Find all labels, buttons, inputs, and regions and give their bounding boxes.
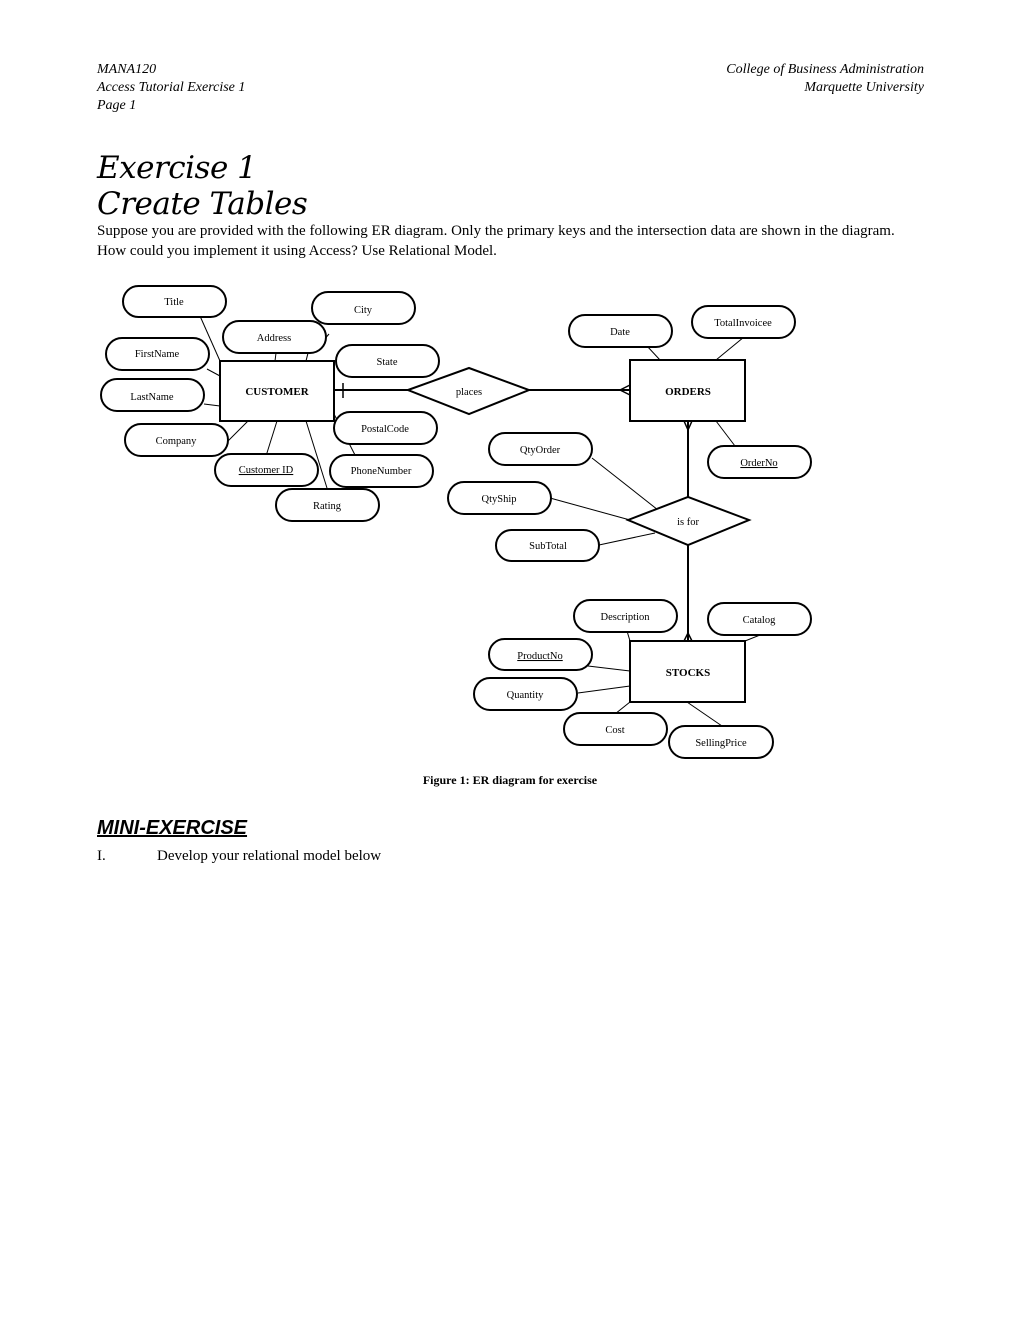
connector-line [598, 532, 656, 546]
entity-label: CUSTOMER [245, 386, 309, 398]
attribute-label: LastName [130, 392, 173, 403]
attribute-label: QtyShip [481, 494, 516, 505]
relationship-label: is for [677, 517, 699, 528]
connector-line [206, 368, 221, 377]
item-number: I. [97, 848, 106, 864]
attribute-label: SubTotal [529, 541, 567, 552]
connector-line [686, 701, 723, 727]
connector-line [274, 352, 277, 362]
attribute-label: Title [164, 297, 184, 308]
connector-line [591, 457, 659, 511]
attribute-label: Catalog [743, 615, 776, 626]
attribute-label: SellingPrice [695, 738, 747, 749]
connector-line [715, 420, 736, 447]
attribute-label: Address [257, 333, 291, 344]
attribute-label: Cost [605, 725, 624, 736]
er-diagram: CUSTOMER ORDERS STOCKS places is for Tit… [100, 285, 812, 759]
item-text: Develop your relational model below [157, 848, 382, 864]
attribute-label-key: OrderNo [740, 458, 777, 469]
connector-line [265, 420, 278, 457]
connector-line [305, 352, 309, 362]
attribute-label-key: Customer ID [239, 465, 294, 476]
attribute-label: Rating [313, 501, 342, 512]
figure-caption: Figure 1: ER diagram for exercise [422, 773, 598, 787]
connector-line [203, 403, 221, 407]
attribute-label: Date [610, 327, 630, 338]
entity-label: STOCKS [666, 667, 710, 679]
mini-exercise-heading: MINI-EXERCISE [97, 817, 248, 839]
attribute-label: Company [156, 436, 198, 447]
connector-line [577, 685, 631, 694]
attribute-label: TotalInvoicee [714, 318, 772, 329]
attribute-label: City [354, 305, 373, 316]
attribute-label: Description [601, 612, 651, 623]
connector-line [646, 345, 661, 361]
attribute-label-key: ProductNo [517, 651, 563, 662]
relationship-label: places [456, 387, 482, 398]
connector-line [227, 420, 249, 442]
connector-line [715, 336, 745, 361]
attribute-label: PostalCode [361, 424, 409, 435]
attribute-label: PhoneNumber [351, 466, 412, 477]
attribute-label: Quantity [507, 690, 544, 701]
mini-exercise-item: I. Develop your relational model below [97, 848, 381, 865]
attribute-label: FirstName [135, 349, 180, 360]
connector-line [587, 665, 631, 672]
connector-line [549, 497, 631, 521]
attribute-label: State [377, 357, 398, 368]
entity-label: ORDERS [665, 386, 711, 398]
attribute-label: QtyOrder [520, 445, 561, 456]
